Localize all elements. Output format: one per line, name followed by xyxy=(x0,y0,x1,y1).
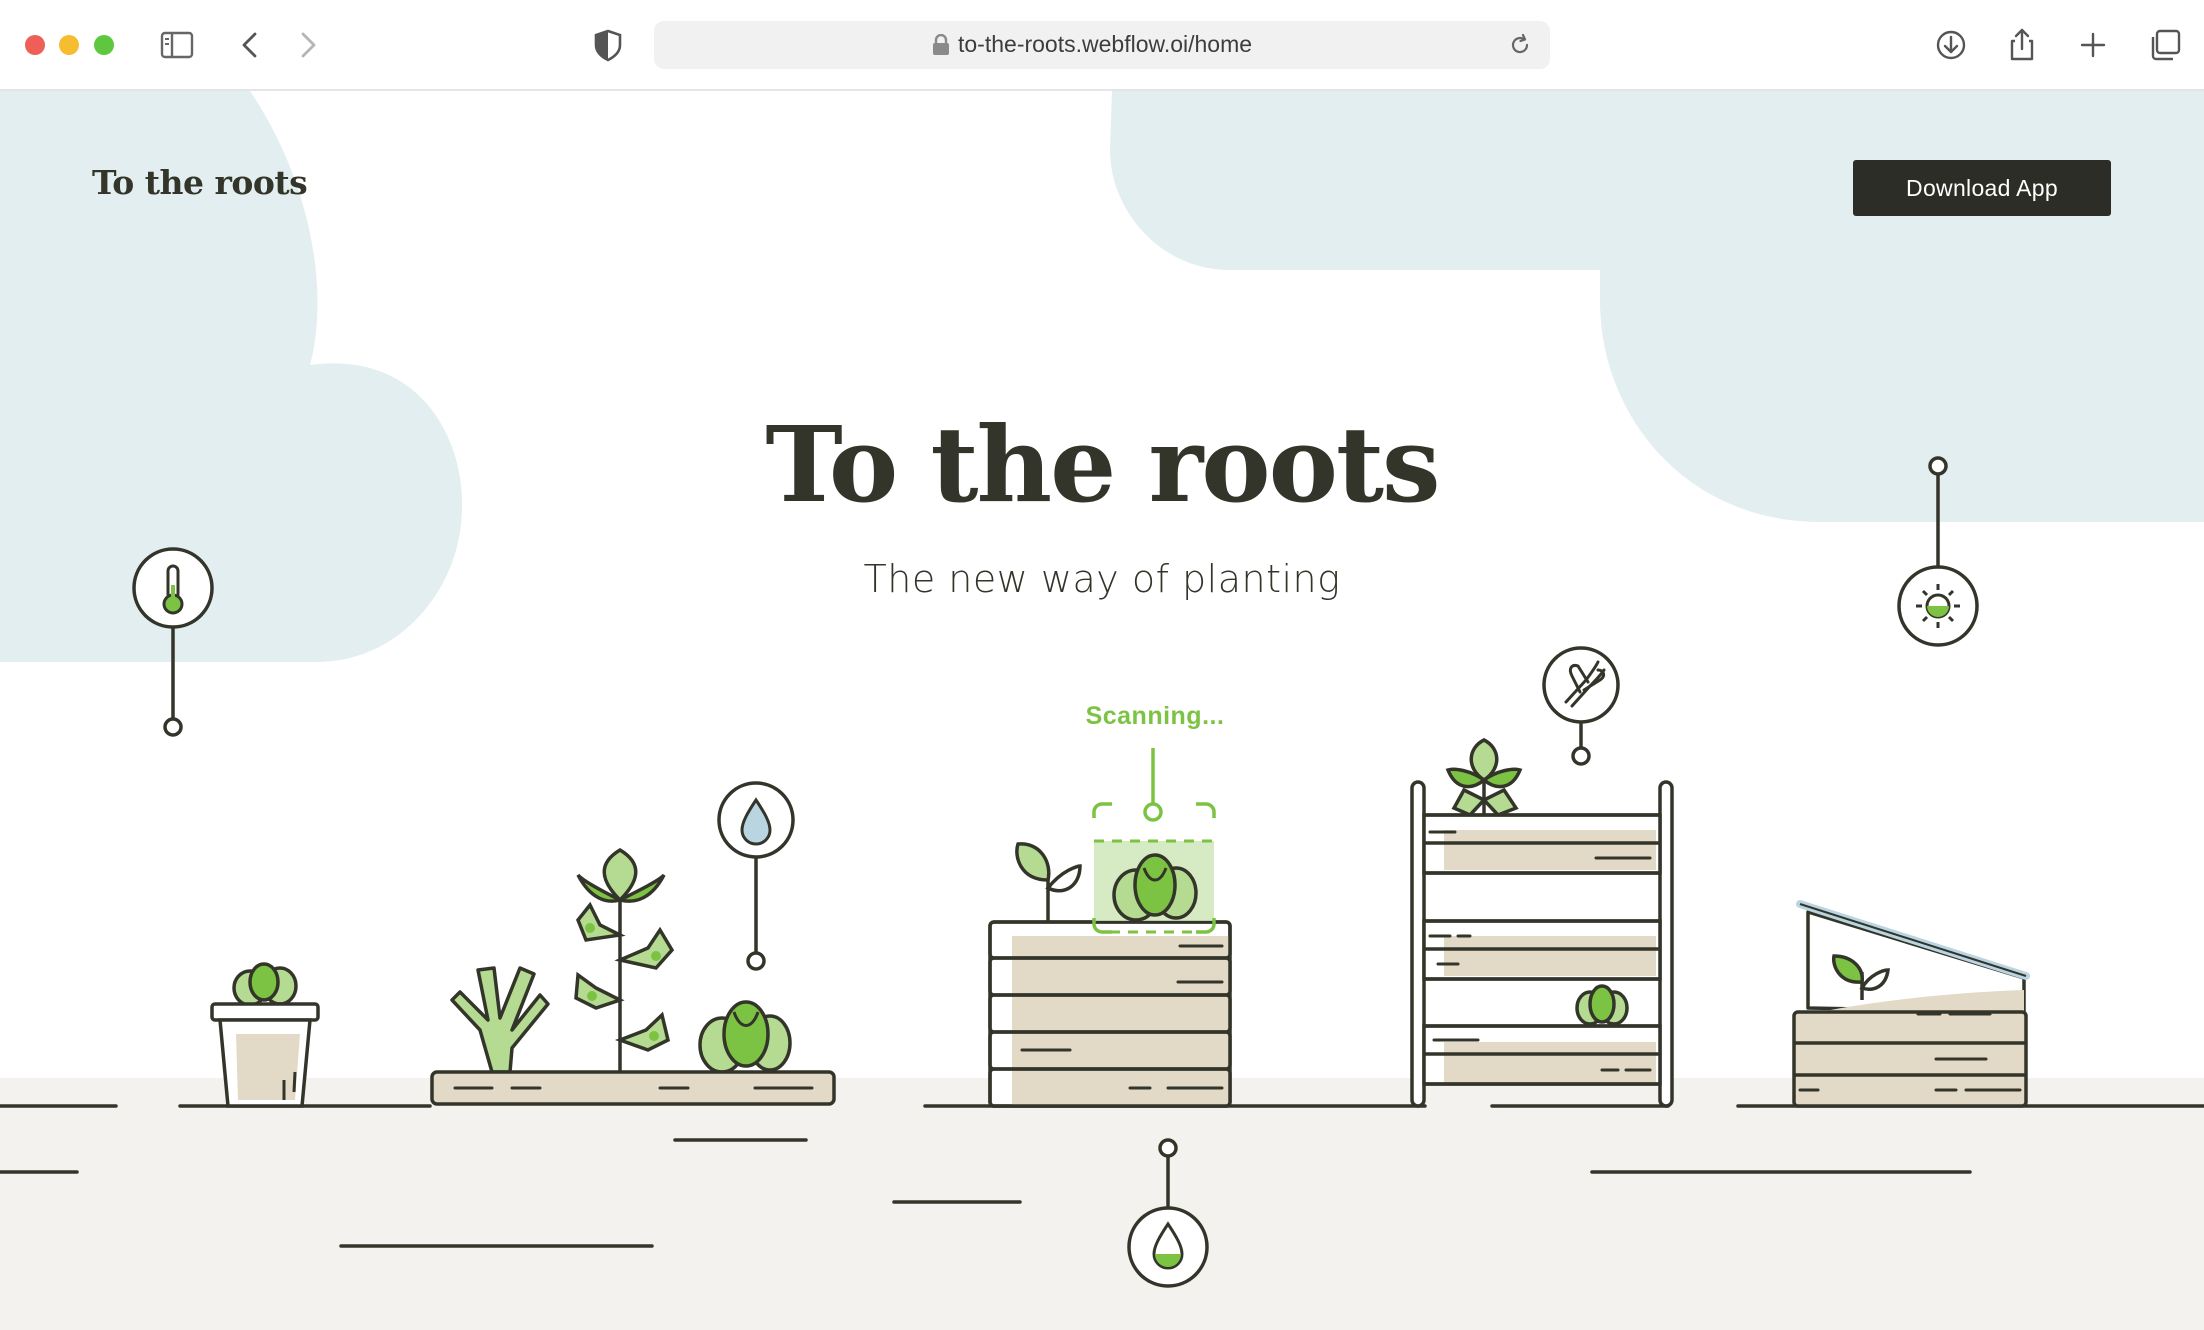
seedling-plant xyxy=(1015,842,1082,922)
pruning-sensor[interactable] xyxy=(1542,646,1620,766)
cold-frame xyxy=(1792,900,2030,1108)
tabs-overview-icon[interactable] xyxy=(2145,25,2185,65)
lettuce-plant xyxy=(1575,984,1629,1026)
herb-plant xyxy=(1445,738,1523,818)
share-icon[interactable] xyxy=(2002,25,2042,65)
reload-icon[interactable] xyxy=(1506,31,1534,59)
scanning-label: Scanning... xyxy=(1085,702,1225,730)
lettuce-plant xyxy=(698,1000,792,1074)
raised-bed xyxy=(988,748,1232,1108)
sidebar-icon[interactable] xyxy=(157,25,197,65)
address-bar[interactable]: to-the-roots.webflow.oi/home xyxy=(654,21,1550,69)
leek-plant xyxy=(450,966,550,1074)
close-window-button[interactable] xyxy=(25,35,45,55)
vertical-shelf xyxy=(1410,738,1674,1108)
site-logo[interactable]: To the roots xyxy=(92,163,308,202)
hero-subtitle: The new way of planting xyxy=(863,557,1341,601)
address-url: to-the-roots.webflow.oi/home xyxy=(958,31,1253,57)
garden-bed-1 xyxy=(430,847,836,1106)
browser-toolbar: to-the-roots.webflow.oi/home xyxy=(0,0,2204,91)
new-tab-icon[interactable] xyxy=(2073,25,2113,65)
zoom-window-button[interactable] xyxy=(94,35,114,55)
minimize-window-button[interactable] xyxy=(59,35,79,55)
hero-title: To the roots xyxy=(765,403,1440,526)
download-icon[interactable] xyxy=(1931,25,1971,65)
tall-plant xyxy=(574,847,675,1072)
lock-icon xyxy=(933,34,949,55)
forward-icon[interactable] xyxy=(287,25,327,65)
water-sensor[interactable] xyxy=(717,781,795,971)
potted-plant xyxy=(210,962,320,1108)
back-icon[interactable] xyxy=(231,25,271,65)
lettuce-plant xyxy=(232,962,298,1007)
download-app-button[interactable]: Download App xyxy=(1853,160,2111,216)
ground xyxy=(0,1078,2204,1330)
webpage: To the roots Download App To the roots T… xyxy=(0,91,2204,1330)
shield-icon[interactable] xyxy=(588,25,628,65)
